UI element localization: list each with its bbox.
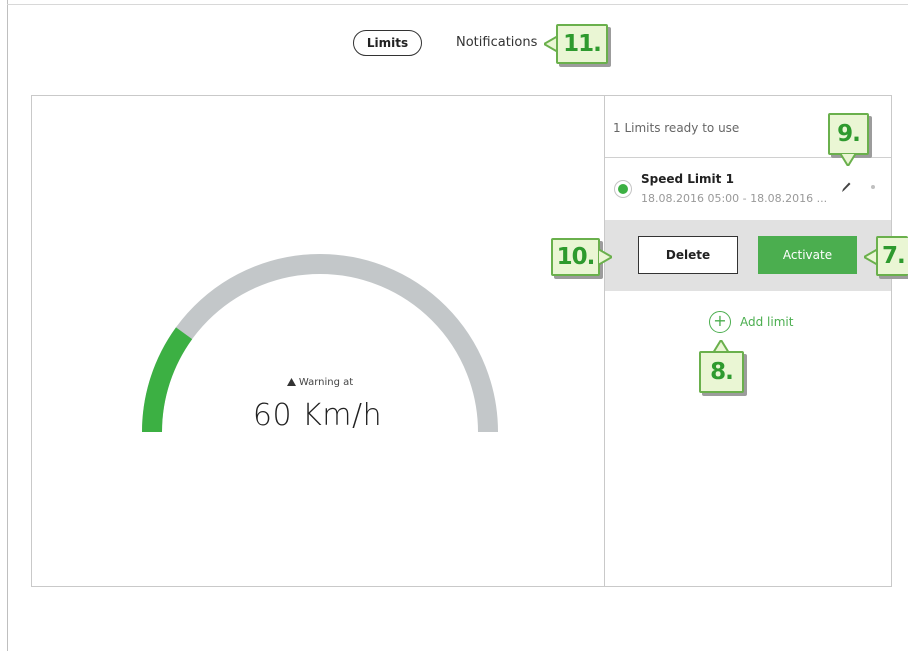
- callout-11: 11.: [556, 24, 608, 64]
- pencil-edit-icon[interactable]: [840, 181, 852, 193]
- frame-top-edge: [7, 4, 908, 5]
- gauge-fill: [142, 327, 193, 433]
- callout-10: 10.: [551, 238, 600, 276]
- limit-select-radio[interactable]: [614, 180, 632, 198]
- callout-7: 7.: [876, 236, 908, 276]
- activate-button-label: Activate: [782, 248, 833, 262]
- limit-name: Speed Limit 1: [641, 172, 734, 186]
- warning-label: Warning at: [298, 377, 354, 388]
- speed-value: 60 Km/h: [252, 398, 383, 433]
- callout-9: 9.: [828, 113, 869, 155]
- limits-ready-count: 1 Limits ready to use: [613, 121, 740, 135]
- callout-10-pointer: [598, 249, 612, 265]
- callout-8-label: 8.: [710, 359, 734, 385]
- add-limit-label: Add limit: [740, 315, 794, 329]
- callout-8: 8.: [699, 351, 744, 393]
- tab-limits-label: Limits: [366, 36, 409, 50]
- callout-11-label: 11.: [563, 31, 602, 57]
- panel-divider: [604, 95, 605, 587]
- tab-notifications-label: Notifications: [456, 35, 538, 50]
- limit-dates: 18.08.2016 05:00 - 18.08.2016 ...: [641, 192, 828, 205]
- delete-button-label: Delete: [665, 248, 711, 262]
- callout-9-label: 9.: [837, 121, 861, 147]
- add-circle-icon: +: [709, 311, 731, 333]
- callout-7-label: 7.: [882, 243, 906, 269]
- tab-notifications[interactable]: Notifications: [456, 35, 537, 50]
- warning-triangle-icon: [286, 378, 296, 386]
- tab-limits[interactable]: Limits: [353, 30, 422, 56]
- frame-left-edge: [7, 0, 8, 651]
- more-options-icon[interactable]: [871, 185, 875, 189]
- warning-label-row: Warning at: [240, 377, 400, 388]
- callout-9-pointer: [840, 153, 856, 166]
- delete-button[interactable]: Delete: [638, 236, 738, 274]
- callout-10-label: 10.: [556, 244, 596, 270]
- limit-selected-dot: [618, 184, 628, 194]
- activate-button[interactable]: Activate: [758, 236, 857, 274]
